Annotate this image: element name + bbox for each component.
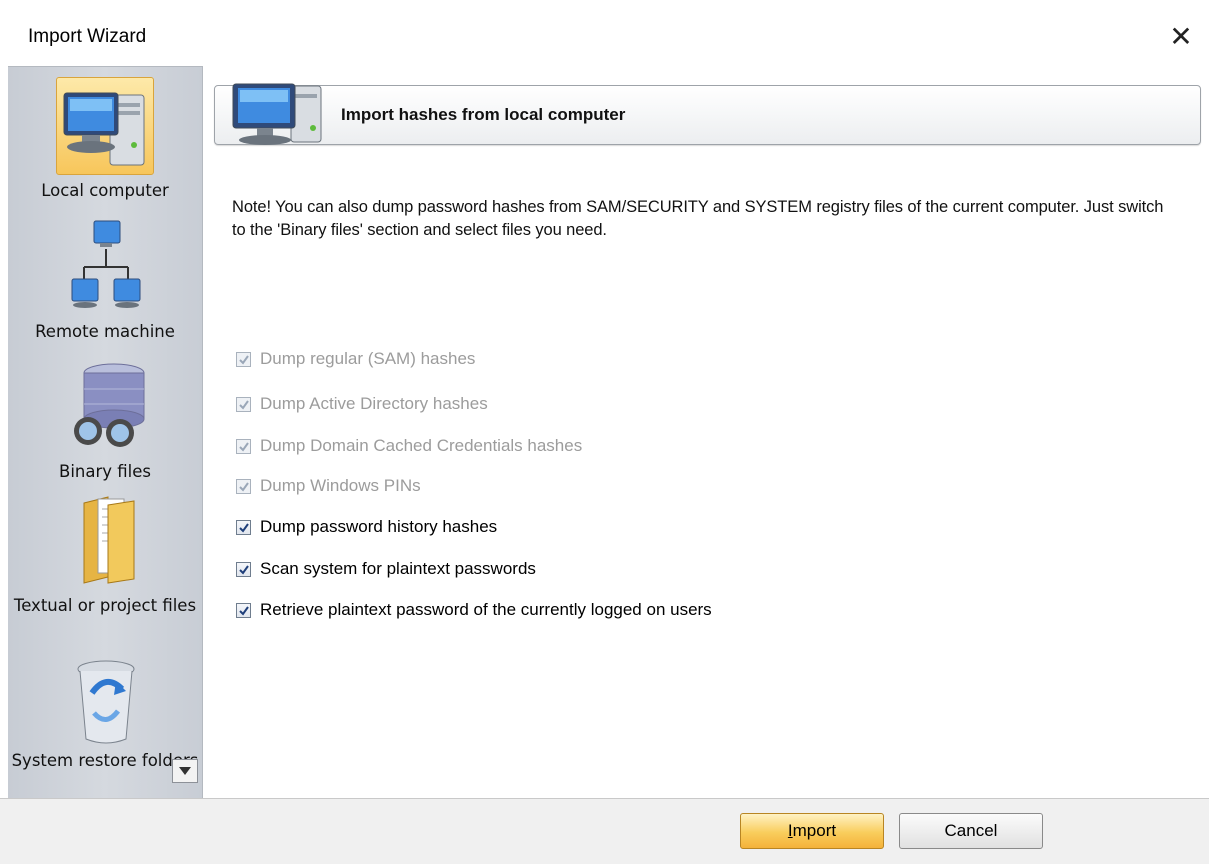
- title-bar: Import Wizard ✕: [0, 0, 1209, 66]
- option-dump-password-history[interactable]: Dump password history hashes: [236, 516, 497, 538]
- option-label: Dump Domain Cached Credentials hashes: [260, 436, 583, 455]
- option-label: Dump password history hashes: [260, 517, 498, 536]
- option-retrieve-logged-on-passwords[interactable]: Retrieve plaintext password of the curre…: [236, 599, 712, 621]
- option-dump-windows-pins[interactable]: Dump Windows PINs: [236, 475, 421, 497]
- checkmark-icon: [239, 564, 249, 575]
- checkmark-icon: [239, 481, 249, 492]
- cancel-button[interactable]: Cancel: [899, 813, 1043, 849]
- chevron-down-icon: [179, 767, 191, 775]
- folder-icon: [83, 496, 135, 584]
- sidebar-item-binary-files[interactable]: Binary files: [8, 355, 202, 485]
- note-text: Note! You can also dump password hashes …: [232, 198, 1164, 239]
- sidebar-item-label: Remote machine: [35, 322, 175, 341]
- checkbox[interactable]: [236, 602, 251, 618]
- source-sidebar: Local computer Remote machine Binary fil…: [8, 66, 203, 800]
- sidebar-scroll-down-button[interactable]: [172, 759, 198, 783]
- checkbox[interactable]: [236, 478, 251, 494]
- sidebar-item-label: Local computer: [41, 181, 169, 200]
- option-label: Scan system for plaintext passwords: [260, 559, 536, 578]
- import-label: mport: [792, 821, 837, 840]
- close-icon[interactable]: ✕: [1161, 16, 1201, 56]
- sidebar-item-local-computer[interactable]: Local computer: [8, 67, 202, 207]
- import-button[interactable]: Import: [740, 813, 884, 849]
- option-dump-dcc-hashes[interactable]: Dump Domain Cached Credentials hashes: [236, 435, 582, 457]
- computer-icon: [63, 92, 145, 166]
- checkmark-icon: [239, 354, 249, 365]
- button-bar: Import Cancel: [0, 798, 1209, 864]
- option-dump-sam-hashes[interactable]: Dump regular (SAM) hashes: [236, 348, 475, 370]
- recycle-bin-icon: [77, 660, 135, 744]
- network-icon: [71, 220, 141, 308]
- database-binoculars-icon: [74, 363, 145, 447]
- option-dump-ad-hashes[interactable]: Dump Active Directory hashes: [236, 393, 488, 415]
- option-label: Dump Active Directory hashes: [260, 394, 488, 413]
- option-label: Dump Windows PINs: [260, 476, 421, 495]
- checkmark-icon: [239, 399, 249, 410]
- sidebar-item-remote-machine[interactable]: Remote machine: [8, 213, 202, 353]
- checkbox[interactable]: [236, 561, 251, 577]
- checkmark-icon: [239, 441, 249, 452]
- option-scan-plaintext[interactable]: Scan system for plaintext passwords: [236, 558, 536, 580]
- checkbox[interactable]: [236, 438, 251, 454]
- checkbox[interactable]: [236, 351, 251, 367]
- dialog-title: Import Wizard: [28, 26, 147, 47]
- checkmark-icon: [239, 522, 249, 533]
- checkbox[interactable]: [236, 519, 251, 535]
- checkbox[interactable]: [236, 396, 251, 412]
- page-header: Import hashes from local computer: [214, 83, 1201, 145]
- import-wizard-dialog: Import Wizard ✕ Local computer Remote ma…: [0, 0, 1209, 864]
- option-label: Retrieve plaintext password of the curre…: [260, 600, 712, 619]
- checkmark-icon: [239, 605, 249, 616]
- page-title: Import hashes from local computer: [341, 105, 626, 124]
- sidebar-item-label: Binary files: [59, 462, 151, 481]
- option-label: Dump regular (SAM) hashes: [260, 349, 476, 368]
- sidebar-item-label: Textual or project files: [13, 596, 197, 615]
- computer-icon: [232, 83, 322, 145]
- sidebar-item-textual-project-files[interactable]: Textual or project files: [8, 489, 202, 649]
